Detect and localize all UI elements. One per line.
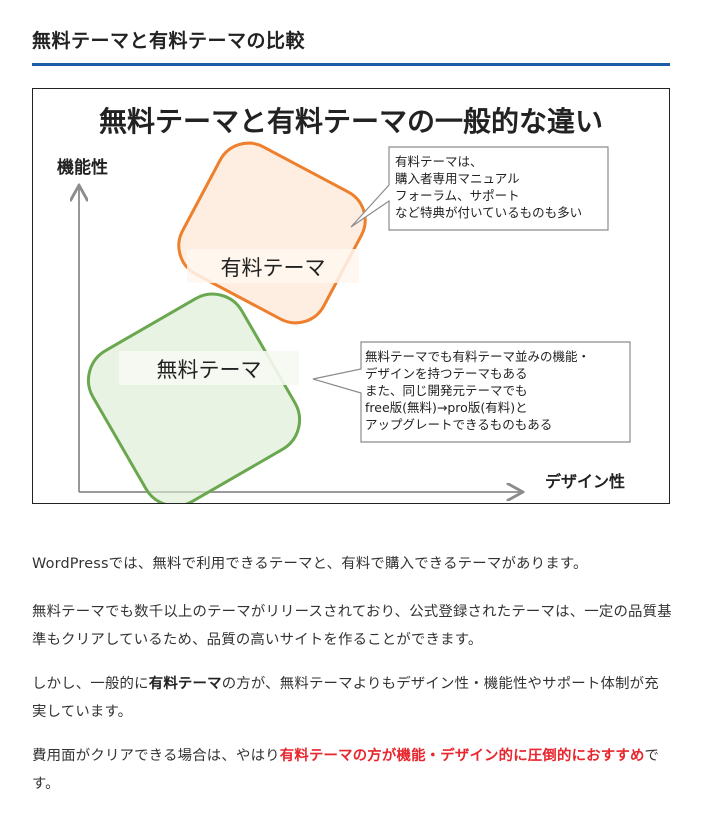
free-callout-line: free版(無料)→pro版(有料)と: [365, 400, 528, 415]
recommendation-highlight: 有料テーマの方が機能・デザイン的に圧倒的におすすめ: [279, 748, 645, 764]
diagram-title: 無料テーマと有料テーマの一般的な違い: [99, 105, 603, 138]
paragraph-4-text: 費用面がクリアできる場合は、やはり: [32, 748, 280, 764]
free-callout-line: デザインを持つテーマもある: [365, 366, 528, 381]
free-callout-line: アップグレートできるものもある: [365, 417, 552, 432]
paragraph-3-text: しかし、一般的に: [32, 676, 149, 692]
free-callout: 無料テーマでも有料テーマ並みの機能・ デザインを持つテーマもある また、同じ開発…: [312, 341, 631, 443]
paid-callout: 有料テーマは、 購入者専用マニュアル フォーラム、サポート など特典が付いている…: [350, 146, 609, 231]
paid-theme-label: 有料テーマ: [221, 256, 326, 280]
y-axis-label: 機能性: [57, 157, 108, 178]
free-callout-line: 無料テーマでも有料テーマ並みの機能・: [365, 349, 590, 364]
comparison-diagram: 無料テーマと有料テーマの一般的な違い 機能性 デザイン性 有料テーマ 無料テーマ…: [32, 88, 670, 504]
paragraph-4: 費用面がクリアできる場合は、やはり有料テーマの方が機能・デザイン的に圧倒的におす…: [32, 742, 672, 798]
paragraph-1: WordPressでは、無料で利用できるテーマと、有料で購入できるテーマがありま…: [32, 556, 588, 572]
paid-callout-line: 購入者専用マニュアル: [395, 171, 520, 186]
free-theme-label: 無料テーマ: [157, 358, 262, 382]
free-callout-line: また、同じ開発元テーマでも: [365, 383, 528, 398]
paid-callout-line: 有料テーマは、: [395, 154, 483, 169]
paragraph-3: しかし、一般的に有料テーマの方が、無料テーマよりもデザイン性・機能性やサポート体…: [32, 670, 672, 726]
paragraph-2: 無料テーマでも数千以上のテーマがリリースされており、公式登録されたテーマは、一定…: [32, 604, 672, 648]
heading-underline: [32, 63, 670, 66]
x-axis-label: デザイン性: [545, 472, 625, 491]
paid-callout-line: など特典が付いているものも多い: [395, 205, 582, 220]
section-heading: 無料テーマと有料テーマの比較: [32, 30, 306, 52]
paid-theme-emphasis: 有料テーマ: [148, 676, 222, 692]
paid-callout-line: フォーラム、サポート: [395, 188, 520, 203]
diagram-canvas: 無料テーマと有料テーマの一般的な違い 機能性 デザイン性 有料テーマ 無料テーマ…: [57, 105, 631, 503]
